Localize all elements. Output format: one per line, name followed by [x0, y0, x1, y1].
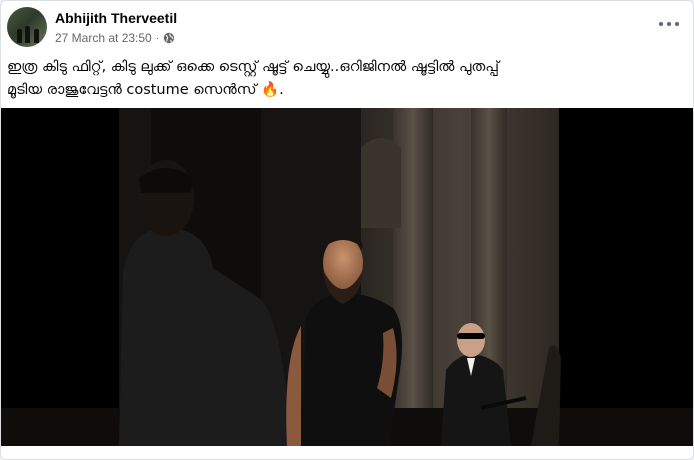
post-text-line: മൂടിയ രാജുവേട്ടൻ costume സെൻസ് 🔥. — [7, 82, 284, 98]
arch-detail — [361, 138, 401, 228]
post-text-line: ഇത്ര കിടു ഫിറ്റ്, കിടു ലുക്ക് ഒക്കെ ടെസ്… — [7, 59, 499, 75]
post-timestamp[interactable]: 27 March at 23:50 — [55, 31, 152, 45]
post-meta: 27 March at 23:50 · — [55, 31, 175, 45]
meta-separator: · — [155, 32, 160, 44]
post-footer — [1, 446, 693, 459]
post-card: Abhijith Therveetil 27 March at 23:50 · … — [0, 0, 694, 460]
avatar-figure — [17, 29, 22, 43]
video-frame — [1, 108, 693, 446]
more-dot — [675, 22, 679, 26]
more-dot — [667, 22, 671, 26]
post-text: ഇത്ര കിടു ഫിറ്റ്, കിടു ലുക്ക് ഒക്കെ ടെസ്… — [7, 56, 667, 102]
avatar-figure — [34, 29, 39, 43]
more-options-icon[interactable] — [659, 17, 679, 31]
author-name[interactable]: Abhijith Therveetil — [55, 10, 177, 26]
post-media[interactable] — [1, 108, 693, 446]
globe-icon[interactable] — [163, 32, 175, 44]
author-avatar[interactable] — [7, 7, 47, 47]
more-dot — [659, 22, 663, 26]
avatar-figure — [25, 26, 30, 43]
